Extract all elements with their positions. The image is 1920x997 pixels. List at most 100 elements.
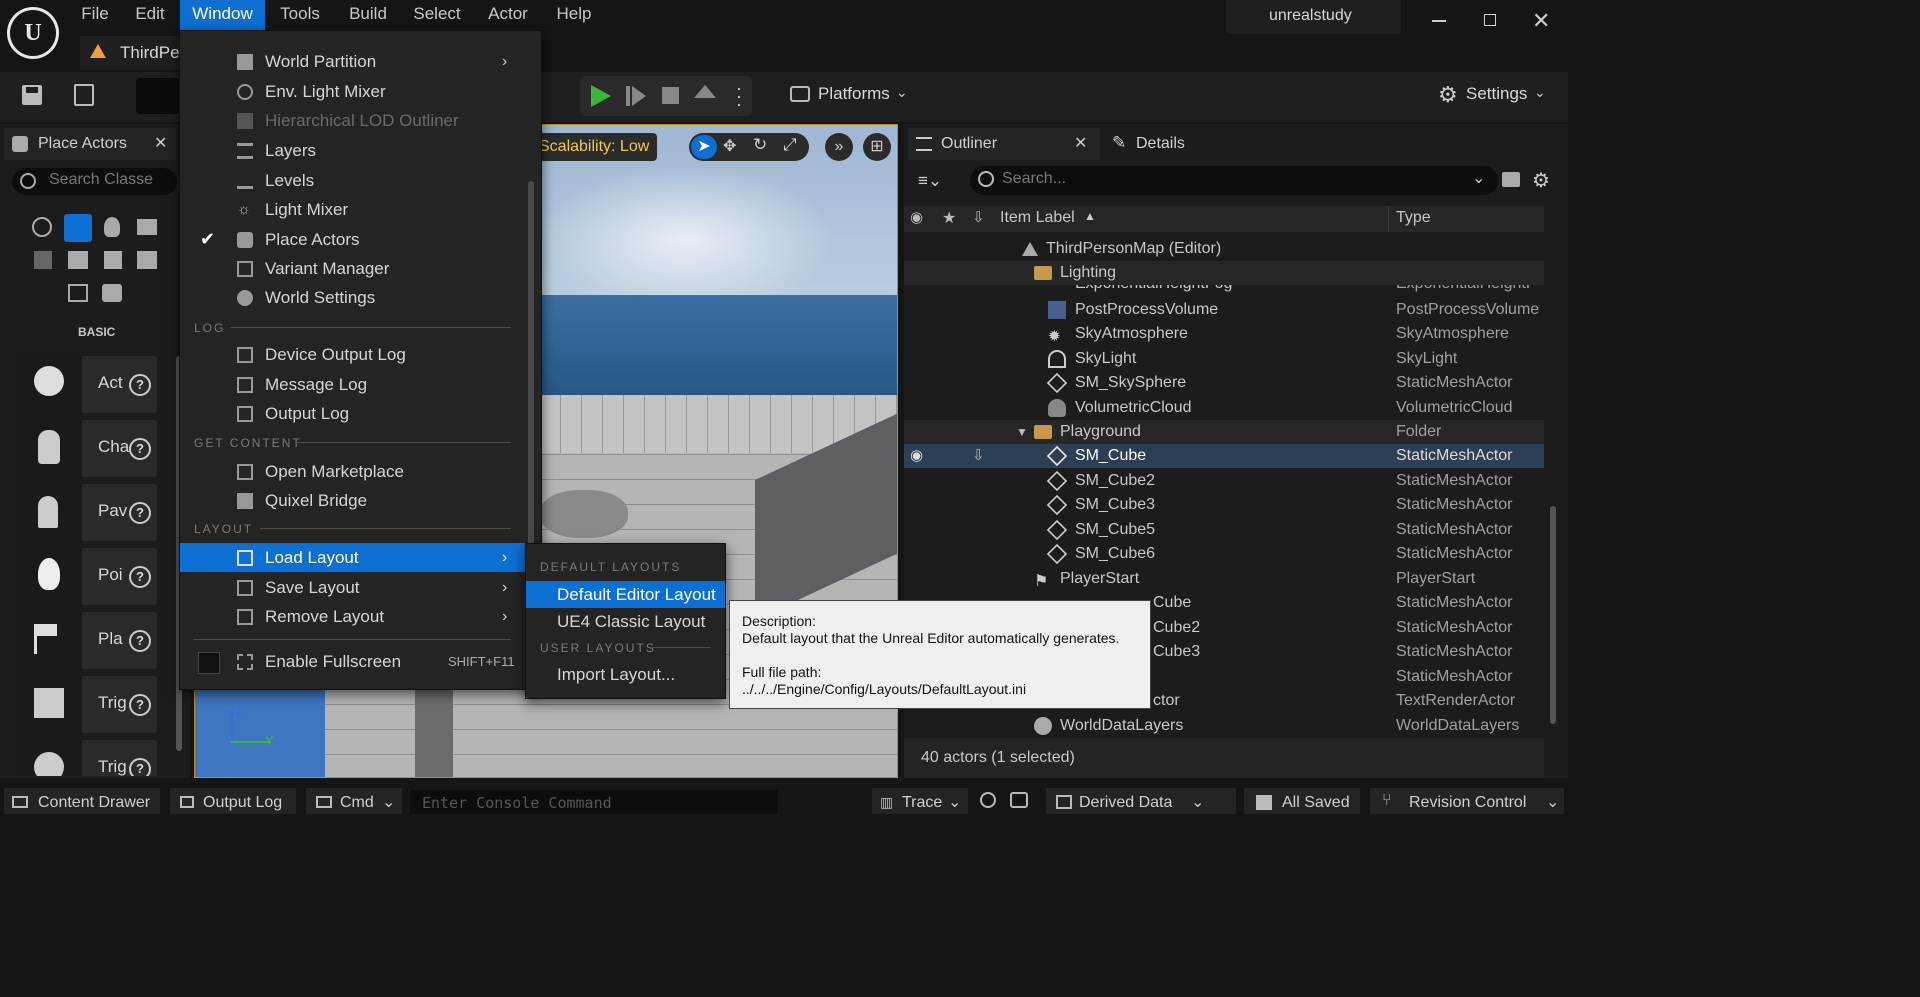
table-row[interactable]: SM_Cube5 StaticMeshActor <box>904 518 1544 542</box>
table-row-selected[interactable]: ◉ ⇩ SM_Cube StaticMeshActor <box>904 444 1544 468</box>
outliner-tab[interactable]: Outliner ✕ <box>908 128 1100 160</box>
derived-data-button[interactable]: Derived Data ⌄ <box>1046 788 1236 814</box>
menu-item-message-log[interactable]: Message Log <box>180 370 541 399</box>
recent-icon[interactable] <box>32 217 52 237</box>
level-tab[interactable]: ThirdPer <box>80 36 185 70</box>
menu-actor[interactable]: Actor <box>478 0 538 30</box>
actor-item[interactable]: Trig? <box>16 676 157 733</box>
pin-column-icon[interactable]: ⇩ <box>972 208 985 226</box>
all-icon[interactable] <box>102 284 122 302</box>
fullscreen-checkbox[interactable] <box>198 652 220 674</box>
menu-item-light-mixer[interactable]: ☼ Light Mixer <box>180 195 541 224</box>
menu-item-quixel-bridge[interactable]: Quixel Bridge <box>180 486 541 515</box>
type-header[interactable]: Type <box>1396 209 1431 227</box>
table-row[interactable]: PostProcessVolume PostProcessVolume <box>904 298 1544 322</box>
place-actors-search[interactable]: Search Classe <box>12 168 177 195</box>
menu-item-enable-fullscreen[interactable]: Enable Fullscreen SHIFT+F11 <box>180 647 541 676</box>
lights-category-icon[interactable] <box>104 217 120 237</box>
menu-item-remove-layout[interactable]: Remove Layout › <box>180 602 541 631</box>
gear-icon[interactable]: ⚙ <box>1532 168 1550 193</box>
revision-control-button[interactable]: ⑂ Revision Control ⌄ <box>1370 788 1564 814</box>
minimize-icon[interactable] <box>1432 20 1446 22</box>
menu-item-variant-manager[interactable]: Variant Manager <box>180 254 541 283</box>
snapshot-icon[interactable] <box>1010 792 1028 808</box>
browse-icon[interactable] <box>74 84 94 106</box>
expand-toolbar-icon[interactable]: » <box>825 133 853 161</box>
layout-grid-icon[interactable]: ⊞ <box>863 133 891 161</box>
help-icon[interactable]: ? <box>129 438 151 460</box>
details-tab[interactable]: ✎ Details <box>1104 128 1254 160</box>
play-icon[interactable] <box>591 85 611 107</box>
more-options-icon[interactable]: · · · <box>736 79 742 113</box>
menu-item-place-actors[interactable]: ✔ Place Actors <box>180 225 541 254</box>
record-icon[interactable] <box>980 792 996 808</box>
menu-file[interactable]: File <box>70 0 120 30</box>
map-row[interactable]: ThirdPersonMap (Editor) <box>904 237 1544 261</box>
menu-item-levels[interactable]: Levels <box>180 166 541 195</box>
cmd-dropdown[interactable]: Cmd ⌄ <box>306 788 402 814</box>
unreal-logo-icon[interactable]: U <box>7 7 59 59</box>
volumes-icon[interactable] <box>104 251 122 269</box>
actor-item[interactable]: Pav? <box>16 484 157 541</box>
chevron-down-icon[interactable]: ⌄ <box>1472 168 1485 188</box>
filter-icon[interactable]: ≡⌄ <box>918 171 942 191</box>
menu-select[interactable]: Select <box>405 0 469 30</box>
help-icon[interactable]: ? <box>129 566 151 588</box>
visibility-column-icon[interactable]: ◉ <box>910 208 923 226</box>
import-layout-item[interactable]: Import Layout... <box>526 661 725 688</box>
table-row[interactable]: SkyLight SkyLight <box>904 347 1544 371</box>
outliner-search[interactable]: Search... ⌄ <box>970 166 1498 195</box>
step-icon[interactable] <box>626 86 646 106</box>
actor-item[interactable]: Poi? <box>16 548 157 605</box>
shapes-icon[interactable] <box>68 284 88 302</box>
outliner-scrollbar[interactable] <box>1550 506 1556 724</box>
menu-item-open-marketplace[interactable]: Open Marketplace <box>180 457 541 486</box>
table-row[interactable]: ⚑ PlayerStart PlayerStart <box>904 567 1544 591</box>
basic-category-icon[interactable] <box>64 214 92 242</box>
menu-window[interactable]: Window <box>180 0 265 30</box>
close-window-icon[interactable]: ✕ <box>1532 8 1550 34</box>
scale-icon[interactable]: ⤢ <box>783 135 797 155</box>
add-folder-icon[interactable] <box>1502 172 1520 187</box>
output-log-button[interactable]: Output Log <box>170 788 296 814</box>
menu-item-save-layout[interactable]: Save Layout › <box>180 573 541 602</box>
cinematic-category-icon[interactable] <box>137 219 157 235</box>
menu-tools[interactable]: Tools <box>270 0 330 30</box>
default-editor-layout-item[interactable]: Default Editor Layout <box>526 581 725 608</box>
actor-item[interactable]: Pla? <box>16 612 157 669</box>
menu-build[interactable]: Build <box>338 0 398 30</box>
folder-row-playground[interactable]: ▼ Playground Folder <box>904 420 1544 444</box>
menu-item-world-settings[interactable]: World Settings <box>180 283 541 312</box>
help-icon[interactable]: ? <box>129 758 151 776</box>
help-icon[interactable]: ? <box>129 630 151 652</box>
mode-select-button[interactable] <box>136 78 180 114</box>
menu-item-layers[interactable]: Layers <box>180 136 541 165</box>
folder-row-lighting[interactable]: Lighting <box>904 261 1544 285</box>
menu-help[interactable]: Help <box>545 0 603 30</box>
menu-item-device-output-log[interactable]: Device Output Log <box>180 340 541 369</box>
visual-effects-icon[interactable] <box>34 251 52 269</box>
close-tab-icon[interactable]: ✕ <box>1074 133 1087 153</box>
save-icon[interactable] <box>22 85 42 105</box>
actor-item[interactable]: Trig? <box>16 740 157 776</box>
trace-button[interactable]: ▥ Trace ⌄ <box>872 788 968 814</box>
help-icon[interactable]: ? <box>129 374 151 396</box>
menu-edit[interactable]: Edit <box>124 0 176 30</box>
console-input[interactable]: Enter Console Command <box>410 790 778 814</box>
place-actors-tab[interactable]: Place Actors ✕ <box>4 128 176 160</box>
menu-item-load-layout[interactable]: Load Layout › <box>180 543 541 572</box>
all-classes-icon[interactable] <box>137 251 157 269</box>
all-saved-button[interactable]: All Saved <box>1244 788 1360 814</box>
settings-button[interactable]: ⚙ Settings ⌄ <box>1438 82 1548 108</box>
table-row[interactable]: ✹ SkyAtmosphere SkyAtmosphere <box>904 322 1544 346</box>
close-tab-icon[interactable]: ✕ <box>154 133 167 153</box>
star-column-icon[interactable]: ★ <box>942 208 956 228</box>
help-icon[interactable]: ? <box>129 502 151 524</box>
rotate-icon[interactable]: ↻ <box>753 135 767 155</box>
item-label-header[interactable]: Item Label <box>1000 209 1075 227</box>
table-row[interactable]: SM_Cube3 StaticMeshActor <box>904 493 1544 517</box>
pin-icon[interactable]: ⇩ <box>972 444 985 468</box>
content-drawer-button[interactable]: Content Drawer <box>4 788 160 814</box>
restore-icon[interactable] <box>1484 14 1496 26</box>
collapse-arrow-icon[interactable]: ▼ <box>1016 420 1028 444</box>
